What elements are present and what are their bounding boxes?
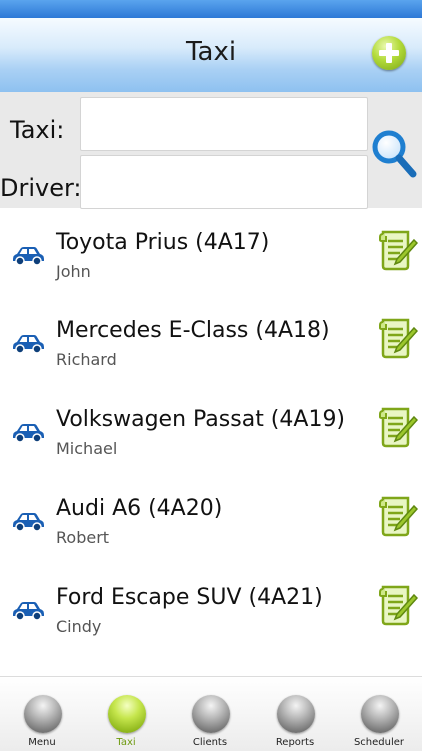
driver-label: Driver: — [0, 174, 82, 202]
tab-label: Reports — [275, 737, 315, 748]
edit-note-icon — [379, 407, 419, 448]
edit-note-icon — [379, 230, 419, 271]
tab-ball-icon — [277, 695, 315, 733]
tab-ball-icon — [24, 695, 62, 733]
edit-taxi-button[interactable] — [378, 583, 419, 627]
driver-name: Michael — [56, 439, 118, 458]
taxi-label: Taxi: — [10, 116, 65, 144]
tab-ball-icon — [361, 695, 399, 733]
tab-label: Clients — [192, 737, 228, 748]
car-icon — [13, 424, 44, 443]
car-icon — [13, 602, 44, 621]
tab-scheduler[interactable]: Scheduler — [337, 677, 421, 751]
edit-taxi-button[interactable] — [378, 228, 419, 272]
filter-panel: Taxi: Driver: — [0, 92, 422, 209]
taxi-list-item[interactable]: Ford Escape SUV (4A21) Cindy — [0, 563, 422, 651]
driver-name: John — [56, 262, 91, 281]
tab-ball-icon — [108, 695, 146, 733]
bottom-tab-bar: Menu Taxi Clients Reports Scheduler — [0, 676, 422, 751]
tab-taxi[interactable]: Taxi — [84, 677, 168, 751]
driver-name: Richard — [56, 350, 117, 369]
header-bar: Taxi — [0, 18, 422, 93]
tab-label: Taxi — [116, 737, 136, 748]
driver-name: Cindy — [56, 617, 102, 636]
add-taxi-button[interactable] — [372, 36, 406, 70]
taxi-input[interactable] — [80, 97, 368, 151]
taxi-list-item[interactable]: Audi A6 (4A20) Robert — [0, 474, 422, 562]
tab-label: Scheduler — [353, 737, 405, 748]
taxi-name: Mercedes E-Class (4A18) — [56, 318, 330, 343]
edit-note-icon — [379, 496, 419, 537]
tab-clients[interactable]: Clients — [168, 677, 252, 751]
car-icon — [13, 513, 44, 532]
taxi-list-item[interactable]: Volkswagen Passat (4A19) Michael — [0, 385, 422, 473]
taxi-name: Ford Escape SUV (4A21) — [56, 585, 323, 610]
magnifier-icon — [372, 130, 417, 178]
tab-ball-icon — [192, 695, 230, 733]
search-button[interactable] — [370, 128, 418, 180]
taxi-name: Toyota Prius (4A17) — [56, 230, 270, 255]
taxi-list-item[interactable]: Toyota Prius (4A17) John — [0, 208, 422, 296]
tab-menu[interactable]: Menu — [0, 677, 84, 751]
tab-reports[interactable]: Reports — [253, 677, 337, 751]
taxi-list-item[interactable]: Mercedes E-Class (4A18) Richard — [0, 296, 422, 384]
status-bar — [0, 0, 422, 18]
edit-note-icon — [379, 585, 419, 626]
car-icon — [13, 247, 44, 266]
edit-taxi-button[interactable] — [378, 494, 419, 538]
page-title: Taxi — [185, 37, 237, 67]
car-icon — [13, 335, 44, 354]
driver-input[interactable] — [80, 155, 368, 209]
driver-name: Robert — [56, 528, 110, 547]
edit-taxi-button[interactable] — [378, 316, 419, 360]
edit-taxi-button[interactable] — [378, 405, 419, 449]
tab-label: Menu — [28, 737, 56, 748]
taxi-name: Audi A6 (4A20) — [56, 496, 223, 521]
taxi-name: Volkswagen Passat (4A19) — [56, 407, 346, 432]
edit-note-icon — [379, 318, 419, 359]
